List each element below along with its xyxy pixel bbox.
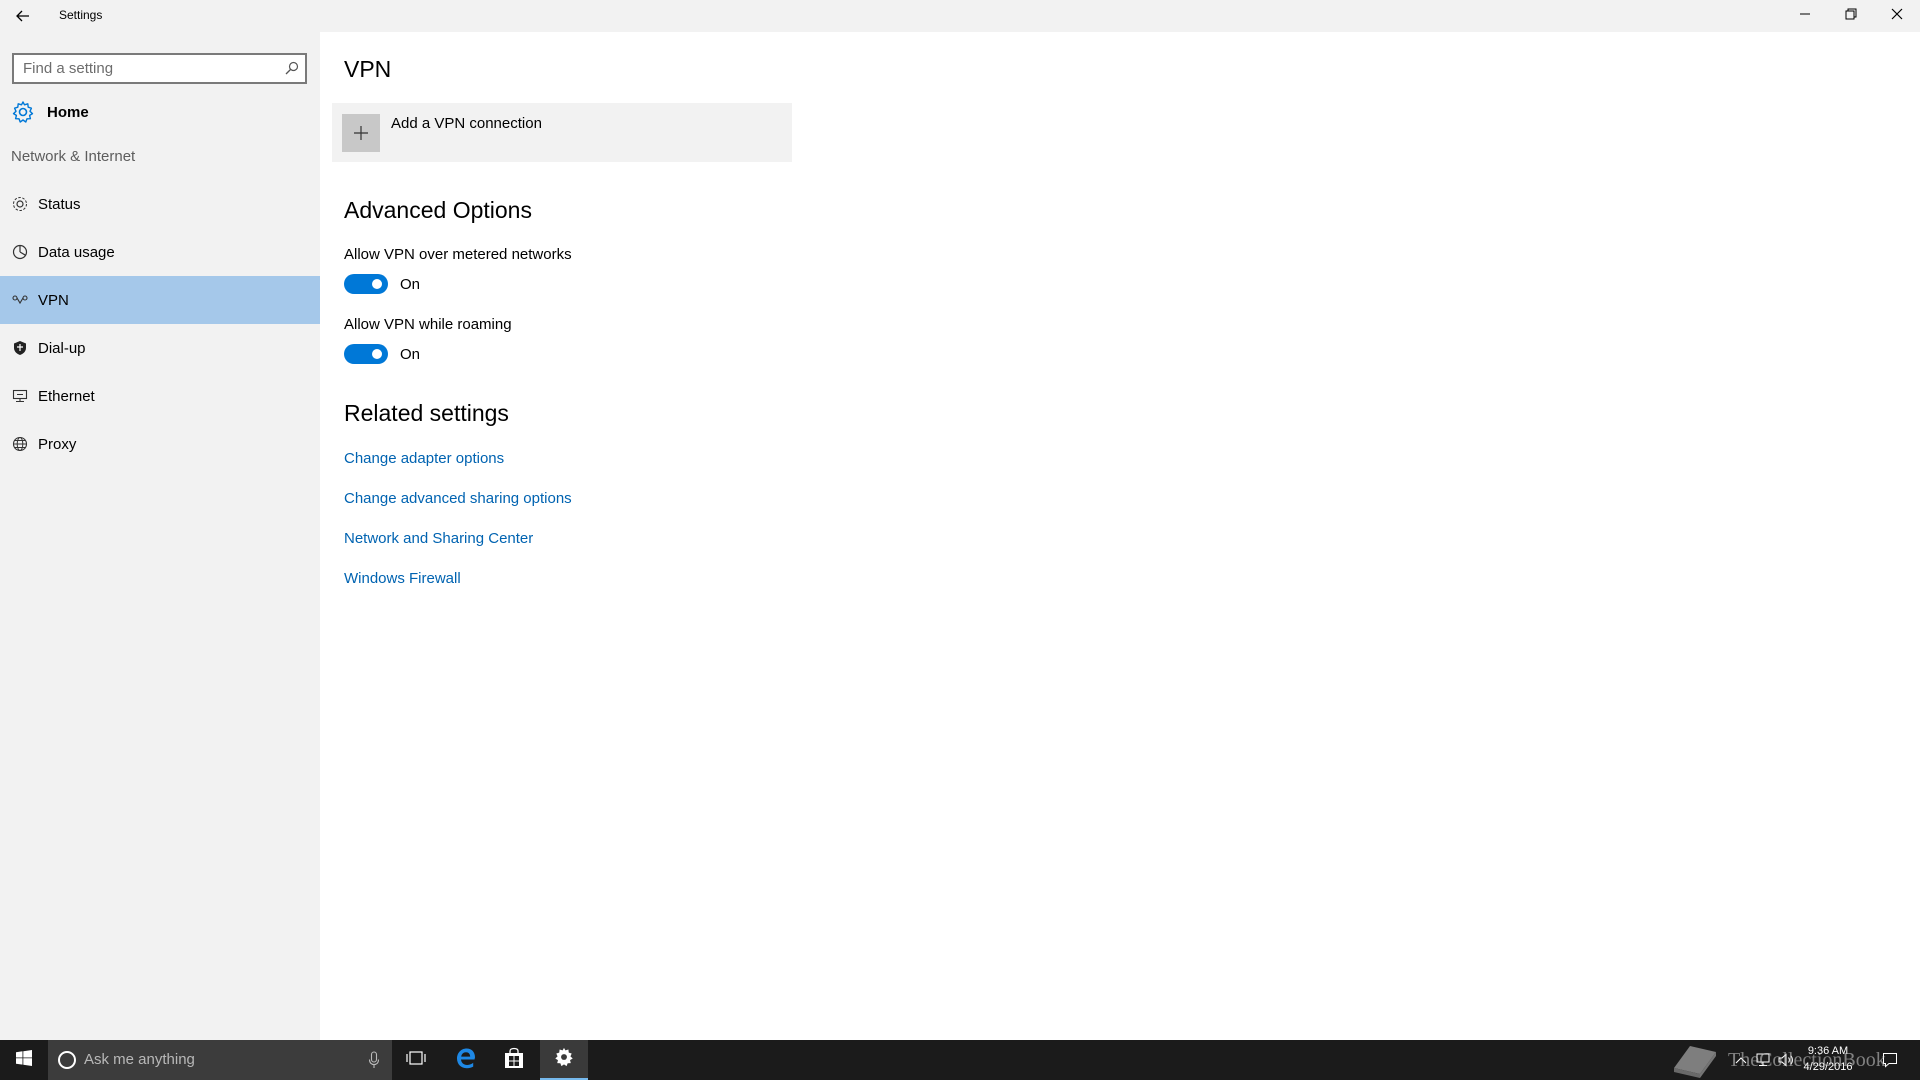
roaming-toggle[interactable]: [344, 344, 388, 364]
sidebar-item-label: Status: [38, 195, 81, 213]
settings-taskbar-button[interactable]: [540, 1040, 588, 1080]
taskbar: Ask me anything 9:36 AM 4/29/2016: [0, 1040, 1920, 1080]
sidebar-item-label: Dial-up: [38, 339, 86, 357]
add-vpn-label: Add a VPN connection: [391, 115, 542, 132]
page-title: VPN: [344, 56, 392, 82]
sidebar-item-ethernet[interactable]: Ethernet: [0, 372, 320, 420]
watermark-text: TheCollectionBook: [1728, 1049, 1886, 1071]
microphone-icon[interactable]: [368, 1051, 380, 1074]
sidebar-item-vpn[interactable]: VPN: [0, 276, 320, 324]
vpn-icon: [12, 292, 28, 308]
toggle-knob: [372, 349, 382, 359]
search-icon[interactable]: [285, 61, 299, 80]
roaming-option-label: Allow VPN while roaming: [344, 316, 512, 333]
gear-icon: [11, 100, 35, 124]
restore-icon: [1845, 7, 1857, 25]
toggle-knob: [372, 279, 382, 289]
sidebar-item-dial-up[interactable]: Dial-up: [0, 324, 320, 372]
add-vpn-button[interactable]: Add a VPN connection: [332, 103, 792, 162]
section-label: Network & Internet: [11, 148, 136, 165]
plus-icon: [342, 114, 380, 152]
edge-icon: [455, 1047, 477, 1074]
change-advanced-sharing-link[interactable]: Change advanced sharing options: [344, 490, 572, 507]
sidebar-item-label: VPN: [38, 291, 69, 309]
advanced-options-heading: Advanced Options: [344, 197, 532, 223]
globe-icon: [12, 436, 28, 452]
home-label: Home: [47, 103, 89, 121]
data-usage-icon: [12, 244, 28, 260]
gear-icon: [553, 1046, 575, 1073]
related-settings-heading: Related settings: [344, 400, 509, 426]
sidebar-item-status[interactable]: Status: [0, 180, 320, 228]
cortana-icon: [58, 1051, 76, 1069]
restore-button[interactable]: [1828, 0, 1874, 32]
edge-browser-button[interactable]: [442, 1040, 490, 1080]
window-title: Settings: [59, 8, 103, 22]
taskbar-search-placeholder: Ask me anything: [84, 1051, 195, 1068]
metered-toggle-state: On: [400, 276, 421, 293]
close-icon: [1891, 7, 1903, 25]
main-content: VPN Add a VPN connection Advanced Option…: [320, 32, 1920, 1040]
search-box[interactable]: [12, 53, 307, 84]
sidebar-item-label: Proxy: [38, 435, 77, 453]
search-input[interactable]: [14, 55, 274, 82]
back-arrow-icon[interactable]: [12, 6, 36, 26]
windows-firewall-link[interactable]: Windows Firewall: [344, 570, 461, 587]
store-bag-icon: [503, 1047, 525, 1074]
title-bar: Settings: [0, 0, 1920, 32]
sidebar-item-label: Data usage: [38, 243, 115, 261]
sidebar: Home Network & Internet Status Data usag…: [0, 32, 320, 1040]
network-sharing-center-link[interactable]: Network and Sharing Center: [344, 530, 533, 547]
task-view-icon: [406, 1050, 426, 1071]
ethernet-icon: [12, 388, 28, 404]
roaming-toggle-state: On: [400, 346, 421, 363]
change-adapter-options-link[interactable]: Change adapter options: [344, 450, 504, 467]
start-button[interactable]: [0, 1040, 48, 1080]
metered-option-label: Allow VPN over metered networks: [344, 246, 572, 263]
taskbar-search-box[interactable]: Ask me anything: [48, 1040, 392, 1080]
task-view-button[interactable]: [392, 1040, 440, 1080]
watermark: TheCollectionBook: [1670, 1038, 1886, 1080]
sidebar-item-data-usage[interactable]: Data usage: [0, 228, 320, 276]
close-button[interactable]: [1874, 0, 1920, 32]
sidebar-item-label: Ethernet: [38, 387, 95, 405]
book-logo-icon: [1670, 1038, 1720, 1080]
status-icon: [12, 196, 28, 212]
minimize-icon: [1799, 7, 1811, 25]
windows-logo-icon: [16, 1049, 32, 1071]
store-button[interactable]: [490, 1040, 538, 1080]
sidebar-item-proxy[interactable]: Proxy: [0, 420, 320, 468]
dial-up-icon: [12, 340, 28, 356]
home-nav-item[interactable]: Home: [0, 94, 320, 130]
metered-toggle[interactable]: [344, 274, 388, 294]
minimize-button[interactable]: [1782, 0, 1828, 32]
